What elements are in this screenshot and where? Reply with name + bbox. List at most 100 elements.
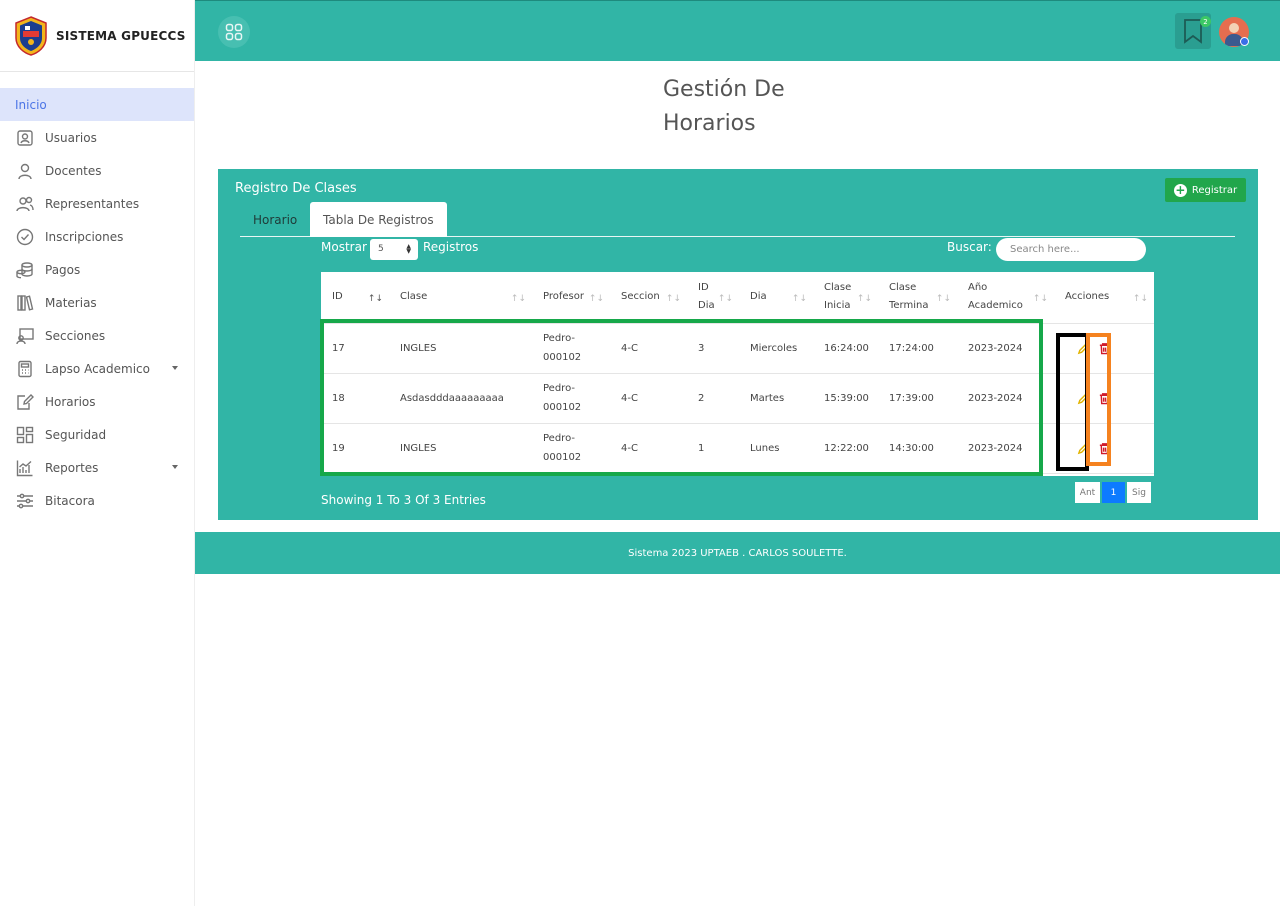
pagination-page[interactable]: 1: [1102, 482, 1125, 503]
sidebar-item-label: Seguridad: [45, 427, 107, 442]
apps-grid-button[interactable]: [218, 16, 250, 48]
trash-icon[interactable]: [1097, 391, 1111, 407]
cell-dia: Martes: [739, 373, 813, 424]
cell-seccion: 4-C: [610, 373, 687, 424]
plus-circle-icon: +: [1173, 182, 1187, 197]
header-clase-inicia[interactable]: Clase Inicia ↑↓: [813, 272, 878, 324]
header-clase[interactable]: Clase ↑↓: [389, 272, 532, 324]
cell-id: 19: [321, 423, 389, 474]
pagination: Ant 1 Sig: [1075, 482, 1153, 503]
records-card: Registro De Clases + Registrar Horario T…: [218, 169, 1258, 520]
edit-doc-icon: [15, 392, 35, 412]
sidebar-item-label: Representantes: [45, 196, 140, 211]
header-id[interactable]: ID ↑↓: [321, 272, 389, 324]
pagination-prev[interactable]: Ant: [1075, 482, 1100, 503]
pencil-icon[interactable]: [1076, 441, 1090, 457]
header-dia[interactable]: Dia ↑↓: [739, 272, 813, 324]
person-icon: [15, 161, 35, 181]
cell-id: 18: [321, 373, 389, 424]
header-clase-termina[interactable]: Clase Termina ↑↓: [878, 272, 957, 324]
cell-clase: INGLES: [389, 323, 532, 374]
sidebar-item-secciones[interactable]: Secciones: [0, 319, 194, 352]
header-profesor[interactable]: Profesor ↑↓: [532, 272, 610, 324]
sidebar-item-label: Bitacora: [45, 493, 95, 508]
calculator-icon: [15, 359, 35, 379]
chart-icon: [15, 458, 35, 478]
sidebar-item-bitacora[interactable]: Bitacora: [0, 484, 194, 517]
sidebar-item-label: Lapso Academico: [45, 361, 150, 376]
cell-acciones: [1054, 373, 1154, 424]
page-size-value: 5: [378, 244, 384, 254]
table-row: 19 INGLES Pedro- 000102 4-C 1 Lunes 12:22…: [321, 423, 1154, 474]
sidebar: SISTEMA GPUECCS Inicio Usuarios Docentes…: [0, 0, 195, 906]
sort-icon: ↑↓: [1132, 294, 1148, 304]
sort-icon: ↑↓: [510, 294, 526, 304]
cell-clase-termina: 17:39:00: [878, 373, 957, 424]
sidebar-item-label: Usuarios: [45, 130, 97, 145]
search-input[interactable]: [996, 238, 1146, 261]
header-acciones[interactable]: Acciones ↑↓: [1054, 272, 1154, 324]
register-button[interactable]: + Registrar: [1165, 178, 1246, 202]
pencil-icon[interactable]: [1076, 391, 1090, 407]
sidebar-item-label: Reportes: [45, 460, 99, 475]
table-header-row: ID ↑↓ Clase ↑↓ Profesor ↑↓ Seccion ↑↓ ID Dia ↑…: [321, 272, 1154, 324]
cell-profesor: Pedro- 000102: [532, 373, 610, 424]
cell-clase-inicia: 15:39:00: [813, 373, 878, 424]
header-id-dia[interactable]: ID Dia ↑↓: [687, 272, 739, 324]
sort-icon: ↑↓: [1032, 294, 1048, 304]
sidebar-item-inscripciones[interactable]: Inscripciones: [0, 220, 194, 253]
sidebar-item-reportes[interactable]: Reportes: [0, 451, 194, 484]
cell-dia: Lunes: [739, 423, 813, 474]
trash-icon[interactable]: [1097, 441, 1111, 457]
page-title: Gestión De Horarios: [663, 77, 785, 136]
sidebar-item-inicio[interactable]: Inicio: [0, 88, 194, 121]
sidebar-item-materias[interactable]: Materias: [0, 286, 194, 319]
sidebar-item-docentes[interactable]: Docentes: [0, 154, 194, 187]
cell-id-dia: 1: [687, 423, 739, 474]
tab-horario[interactable]: Horario: [240, 202, 310, 237]
header-seccion[interactable]: Seccion ↑↓: [610, 272, 687, 324]
sidebar-item-label: Inscripciones: [45, 229, 124, 244]
grid-icon: [225, 23, 243, 41]
table-row: 17 INGLES Pedro- 000102 4-C 3 Miercoles 1…: [321, 323, 1154, 374]
sliders-icon: [15, 491, 35, 511]
sidebar-item-horarios[interactable]: Horarios: [0, 385, 194, 418]
tab-tabla-de-registros[interactable]: Tabla De Registros: [310, 202, 447, 237]
sidebar-item-seguridad[interactable]: Seguridad: [0, 418, 194, 451]
cell-seccion: 4-C: [610, 323, 687, 374]
sidebar-item-pagos[interactable]: Pagos: [0, 253, 194, 286]
table-row: 18 Asdasdddaaaaaaaaa Pedro- 000102 4-C 2 …: [321, 373, 1154, 424]
page-size-select[interactable]: 5 ▲ ▼: [370, 239, 418, 260]
sidebar-item-lapso-academico[interactable]: Lapso Academico: [0, 352, 194, 385]
table-info: Showing 1 To 3 Of 3 Entries: [321, 493, 486, 507]
topbar: 2: [195, 0, 1280, 61]
sort-icon: ↑↓: [665, 294, 681, 304]
cell-anio-academico: 2023-2024: [957, 423, 1054, 474]
layout-icon: [15, 425, 35, 445]
cell-clase: INGLES: [389, 423, 532, 474]
cell-id: 17: [321, 323, 389, 374]
cell-clase: Asdasdddaaaaaaaaa: [389, 373, 532, 424]
brand-name: SISTEMA GPUECCS: [56, 28, 186, 43]
pagination-next[interactable]: Sig: [1127, 482, 1151, 503]
trash-icon[interactable]: [1097, 341, 1111, 357]
sidebar-item-label: Horarios: [45, 394, 96, 409]
sidebar-nav: Inicio Usuarios Docentes Representantes …: [0, 88, 194, 517]
sidebar-item-label: Materias: [45, 295, 97, 310]
chevron-down-icon: [172, 465, 178, 469]
sidebar-item-label: Secciones: [45, 328, 106, 343]
sort-icon: ↑↓: [791, 294, 807, 304]
pencil-icon[interactable]: [1076, 341, 1090, 357]
brand[interactable]: SISTEMA GPUECCS: [0, 0, 194, 72]
show-label: Mostrar: [321, 240, 367, 254]
card-title: Registro De Clases: [235, 181, 357, 196]
user-badge-icon: [15, 128, 35, 148]
sidebar-item-usuarios[interactable]: Usuarios: [0, 121, 194, 154]
cell-anio-academico: 2023-2024: [957, 373, 1054, 424]
sidebar-item-representantes[interactable]: Representantes: [0, 187, 194, 220]
cell-clase-inicia: 12:22:00: [813, 423, 878, 474]
cell-clase-inicia: 16:24:00: [813, 323, 878, 374]
cell-profesor: Pedro- 000102: [532, 323, 610, 374]
coins-icon: [15, 260, 35, 280]
header-anio-academico[interactable]: Año Academico ↑↓: [957, 272, 1054, 324]
